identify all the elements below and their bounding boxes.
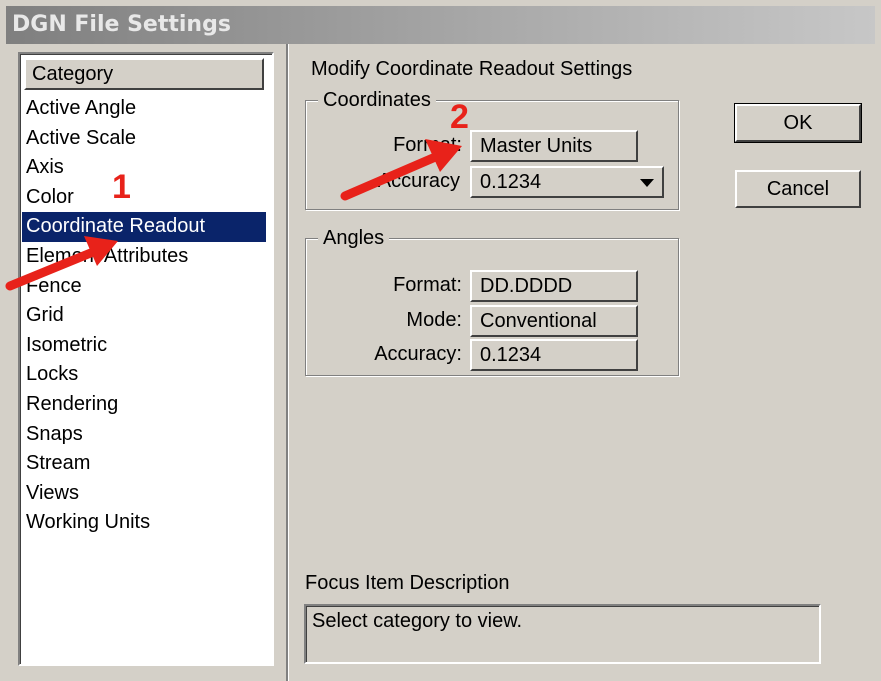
coordinates-legend: Coordinates: [318, 88, 436, 112]
panel-divider: [286, 44, 289, 681]
window-title: DGN File Settings: [6, 6, 875, 44]
focus-description-box: Select category to view.: [304, 604, 821, 664]
category-item-rendering[interactable]: Rendering: [22, 390, 266, 420]
angle-format-label: Format:: [393, 274, 462, 296]
category-item-isometric[interactable]: Isometric: [22, 331, 266, 361]
category-header[interactable]: Category: [24, 58, 264, 90]
category-item-active-angle[interactable]: Active Angle: [22, 94, 266, 124]
coord-accuracy-dropdown[interactable]: 0.1234: [470, 166, 664, 198]
ok-button[interactable]: OK: [734, 103, 862, 143]
angle-mode-label: Mode:: [406, 309, 462, 331]
angles-legend: Angles: [318, 226, 390, 250]
category-item-coordinate-readout[interactable]: Coordinate Readout: [22, 212, 266, 242]
coord-accuracy-label: Accuracy: [377, 170, 460, 192]
angle-accuracy-label: Accuracy:: [374, 343, 462, 365]
angle-mode-value: Conventional: [480, 310, 597, 332]
angle-mode-field[interactable]: Conventional: [470, 305, 638, 337]
category-item-axis[interactable]: Axis: [22, 153, 266, 183]
annotation-marker-2: 2: [450, 98, 469, 136]
angle-format-field[interactable]: DD.DDDD: [470, 270, 638, 302]
category-list: Active Angle Active Scale Axis Color Coordin…: [22, 94, 266, 538]
coord-accuracy-value: 0.1234: [480, 171, 542, 193]
category-item-stream[interactable]: Stream: [22, 449, 266, 479]
coord-format-field[interactable]: Master Units: [470, 130, 638, 162]
coord-format-value: Master Units: [480, 135, 593, 157]
angle-accuracy-field[interactable]: 0.1234: [470, 339, 638, 371]
coord-format-label: Format:: [393, 134, 462, 156]
chevron-down-icon[interactable]: [640, 179, 654, 187]
category-item-snaps[interactable]: Snaps: [22, 420, 266, 450]
settings-title: Modify Coordinate Readout Settings: [311, 58, 633, 80]
category-item-color[interactable]: Color: [22, 183, 266, 213]
category-item-grid[interactable]: Grid: [22, 301, 266, 331]
category-item-working-units[interactable]: Working Units: [22, 508, 266, 538]
cancel-button[interactable]: Cancel: [735, 170, 861, 208]
category-item-fence[interactable]: Fence: [22, 272, 266, 302]
angle-accuracy-value: 0.1234: [480, 344, 542, 366]
category-item-active-scale[interactable]: Active Scale: [22, 124, 266, 154]
focus-description-text: Select category to view.: [312, 610, 523, 632]
category-item-views[interactable]: Views: [22, 479, 266, 509]
category-item-element-attributes[interactable]: Element Attributes: [22, 242, 266, 272]
annotation-marker-1: 1: [112, 168, 131, 206]
focus-item-label: Focus Item Description: [305, 572, 510, 594]
category-panel: Category Active Angle Active Scale Axis Col…: [18, 52, 274, 666]
angle-format-value: DD.DDDD: [480, 275, 573, 297]
category-item-locks[interactable]: Locks: [22, 360, 266, 390]
